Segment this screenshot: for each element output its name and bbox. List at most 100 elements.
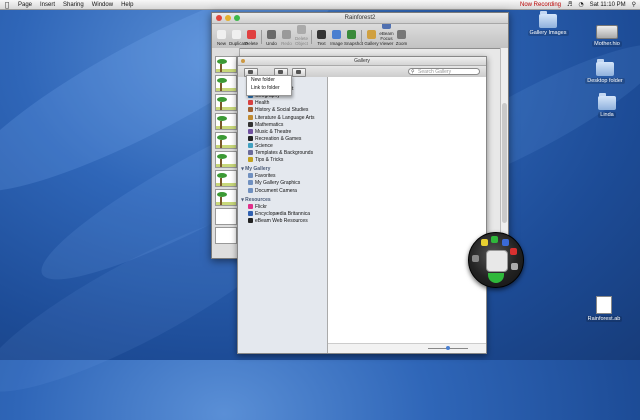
capture-icon[interactable] (486, 250, 508, 272)
category-item[interactable]: Health (248, 100, 269, 107)
category-icon (248, 187, 253, 193)
apple-icon[interactable]:  (0, 1, 14, 9)
zoom-icon[interactable] (234, 15, 240, 21)
toolbar-zoom-button[interactable]: Zoom (394, 30, 409, 48)
category-label: Encyclopædia Britannica (255, 210, 311, 217)
next-icon[interactable] (488, 273, 504, 283)
menu-item-link-to-folder[interactable]: Link to folder (247, 84, 291, 92)
menu-insert[interactable]: Insert (36, 2, 59, 8)
toolbar-delete-button[interactable]: Delete (244, 30, 259, 48)
menu-page[interactable]: Page (14, 2, 36, 8)
section-resources[interactable]: ▼Resources (241, 197, 271, 203)
toolbar-snapshot-button[interactable]: Snapshot (344, 30, 363, 48)
gallery-icon (367, 30, 376, 39)
desktop-icon-linda[interactable]: Linda (572, 93, 640, 118)
toolbar-ebeam-focus-viewer-button[interactable]: eBeam Focus Viewer (379, 20, 394, 48)
category-icon (248, 210, 253, 216)
desktop-icon-rainforest[interactable]: Rainforest.ab (569, 296, 639, 322)
text-icon (317, 30, 326, 39)
pen-green-icon[interactable] (491, 236, 498, 243)
toolbar-duplicate-button[interactable]: Duplicate (229, 30, 248, 48)
slide-thumbnail[interactable] (215, 132, 237, 149)
pen-yellow-icon[interactable] (481, 239, 488, 246)
volume-icon[interactable]: ♬ (567, 1, 572, 8)
slide-thumbnail[interactable] (215, 75, 237, 92)
recording-status[interactable]: Now Recording (520, 2, 561, 8)
slide-thumbnail[interactable] (215, 170, 237, 187)
slide-thumbnail[interactable] (215, 227, 237, 244)
category-icon (248, 121, 253, 127)
category-item[interactable]: Mathematics (248, 121, 283, 129)
close-icon[interactable] (216, 15, 222, 21)
category-item[interactable]: Tips & Tricks (248, 157, 283, 164)
vertical-scrollbar[interactable] (500, 48, 508, 248)
gallery-search-input[interactable]: ⚲ Search Gallery (408, 68, 480, 75)
wifi-icon[interactable]: ◔ (578, 1, 583, 8)
desktop-icon-desktop-folder[interactable]: Desktop folder (570, 59, 640, 84)
category-label: Health (255, 100, 270, 107)
resource-item[interactable]: Flickr (248, 203, 267, 211)
slide-thumbnail[interactable] (215, 151, 237, 168)
toolbar-separator (311, 30, 312, 44)
window-title: Rainforest2 (344, 15, 376, 21)
section-my-gallery[interactable]: ▼My Gallery (241, 166, 270, 172)
gallery-titlebar[interactable]: Gallery (238, 57, 486, 66)
new-icon (217, 30, 226, 39)
category-item[interactable]: Recreation & Games (248, 135, 301, 143)
slide-thumbnail[interactable] (215, 208, 237, 225)
gallery-footer (328, 343, 486, 353)
toolbar-new-button[interactable]: New (214, 30, 229, 48)
folder-icon (596, 59, 614, 76)
clock[interactable]: Sat 11:10 PM (590, 2, 626, 8)
category-item[interactable]: Templates & Backgrounds (248, 150, 313, 157)
menu-sharing[interactable]: Sharing (59, 2, 88, 8)
slider-knob[interactable] (446, 346, 450, 350)
slide-thumbnail[interactable] (215, 94, 237, 111)
pen-red-icon[interactable] (510, 248, 517, 255)
toolbar-gallery-button[interactable]: Gallery (364, 30, 379, 48)
toolbar-text-button[interactable]: Text (314, 30, 329, 48)
spotlight-icon[interactable]: ⚲ (632, 1, 636, 8)
toolbar-separator (261, 30, 262, 44)
list-view-button[interactable] (292, 68, 306, 77)
category-item[interactable]: Science (248, 142, 273, 150)
close-icon[interactable] (241, 59, 245, 63)
toolbar-button-label: Undo (266, 41, 277, 46)
gallery-content-area[interactable] (328, 77, 486, 353)
toolbar-undo-button[interactable]: Undo (264, 30, 279, 48)
delete-icon (247, 30, 256, 39)
minimize-icon[interactable] (225, 15, 231, 21)
resource-item[interactable]: Encyclopædia Britannica (248, 210, 311, 218)
window-toolbar: New Duplicate Delete Undo Redo Delete Object T… (212, 20, 508, 49)
window-titlebar[interactable]: Rainforest2 (212, 13, 508, 24)
menu-help[interactable]: Help (117, 2, 137, 8)
slide-thumbnail[interactable] (215, 56, 237, 73)
disclosure-triangle-icon[interactable]: ▼ (241, 166, 244, 171)
slide-thumbnail[interactable] (215, 189, 237, 206)
category-item[interactable]: History & Social Studies (248, 107, 308, 114)
tools-wheel[interactable] (468, 232, 524, 288)
eraser-icon[interactable] (511, 263, 518, 270)
gallery-category-list: Classroom ToolsDynamic ContentGeographyH… (238, 77, 328, 353)
toolbar-image-button[interactable]: Image (329, 30, 344, 48)
my-gallery-item[interactable]: Document Camera (248, 187, 297, 195)
arrow-left-icon[interactable] (472, 255, 479, 262)
slide-thumbnail[interactable] (215, 113, 237, 130)
category-icon (248, 135, 253, 141)
my-gallery-item[interactable]: My Gallery Graphics (248, 180, 300, 187)
toolbar-redo-button[interactable]: Redo (279, 30, 294, 48)
disclosure-triangle-icon[interactable]: ▼ (241, 197, 244, 202)
category-item[interactable]: Music & Theatre (248, 128, 291, 136)
desktop-icon-label: Linda (598, 112, 616, 118)
toolbar-delete-object-button[interactable]: Delete Object (294, 25, 309, 48)
my-gallery-item[interactable]: Favorites (248, 173, 276, 180)
scrollbar-thumb[interactable] (502, 103, 507, 223)
resource-item[interactable]: eBeam Web Resources (248, 217, 308, 225)
slide-sorter[interactable] (212, 48, 240, 258)
category-icon (248, 150, 253, 155)
menu-item-new-folder[interactable]: New folder (247, 76, 291, 84)
menu-window[interactable]: Window (88, 2, 117, 8)
category-item[interactable]: Literature & Language Arts (248, 114, 315, 122)
pen-blue-icon[interactable] (502, 239, 509, 246)
desktop-icon-mother[interactable]: Mother.hio (572, 25, 640, 47)
